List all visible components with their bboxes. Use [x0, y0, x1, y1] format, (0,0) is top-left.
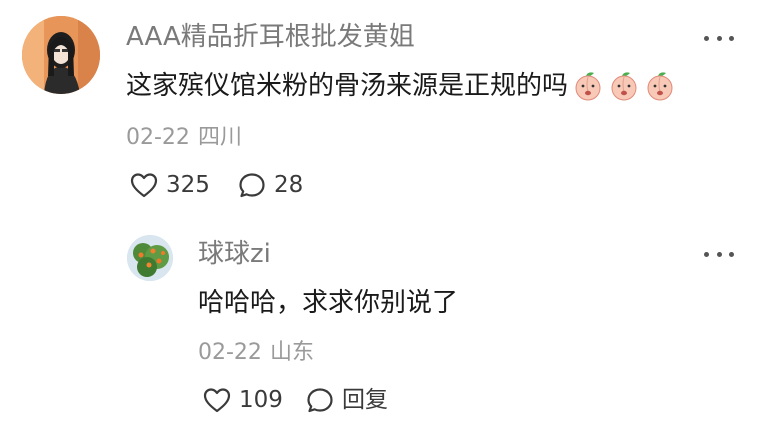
reply-date: 02-22	[198, 340, 262, 365]
avatar-image	[22, 16, 100, 94]
avatar-image	[127, 235, 173, 281]
comment-meta: 02-22 四川	[126, 127, 242, 149]
more-options-button[interactable]	[704, 244, 734, 264]
avatar[interactable]	[127, 235, 173, 281]
username[interactable]: 球球zi	[198, 241, 271, 267]
peach-face-emoji	[611, 72, 637, 101]
more-dot	[704, 35, 709, 41]
reply-meta: 02-22 山东	[198, 342, 314, 364]
speech-bubble-icon	[239, 173, 265, 198]
comment-text: 这家殡仪馆米粉的骨汤来源是正规的吗	[126, 70, 676, 102]
more-options-button[interactable]	[704, 28, 734, 48]
comment-location: 四川	[197, 125, 242, 150]
reply-item: 球球zi 哈哈哈，求求你别说了 02-22 山东 109 回复	[0, 215, 768, 426]
like-button[interactable]: 325	[130, 172, 210, 198]
heart-outline-icon	[130, 173, 158, 198]
comment-item: AAA精品折耳根批发黄姐 这家殡仪馆米粉的骨汤来源是正规的吗 02-22 四川 …	[0, 0, 768, 215]
reply-count: 28	[274, 172, 304, 198]
reply-label: 回复	[342, 387, 388, 413]
comment-body: 这家殡仪馆米粉的骨汤来源是正规的吗	[126, 71, 569, 101]
like-count: 325	[166, 171, 210, 198]
reply-body: 哈哈哈，求求你别说了	[198, 288, 459, 318]
like-count: 109	[239, 386, 283, 413]
more-dot	[716, 251, 722, 257]
more-dot	[704, 251, 709, 257]
peach-face-emoji	[647, 72, 673, 101]
more-dot	[729, 35, 734, 41]
comment-date: 02-22	[126, 125, 190, 150]
reply-text: 哈哈哈，求求你别说了	[198, 287, 458, 319]
username[interactable]: AAA精品折耳根批发黄姐	[126, 24, 415, 50]
more-dot	[729, 251, 734, 257]
reply-button[interactable]: 回复	[306, 387, 388, 414]
avatar[interactable]	[22, 16, 100, 94]
reply-location: 山东	[269, 340, 314, 365]
peach-face-emoji	[575, 72, 601, 101]
more-dot	[716, 35, 722, 41]
comment-thread: AAA精品折耳根批发黄姐 这家殡仪馆米粉的骨汤来源是正规的吗 02-22 四川 …	[0, 0, 768, 426]
reply-count-button[interactable]: 28	[238, 172, 303, 199]
like-button[interactable]: 109	[203, 387, 283, 413]
heart-outline-icon	[203, 388, 231, 413]
speech-bubble-icon	[307, 388, 333, 413]
